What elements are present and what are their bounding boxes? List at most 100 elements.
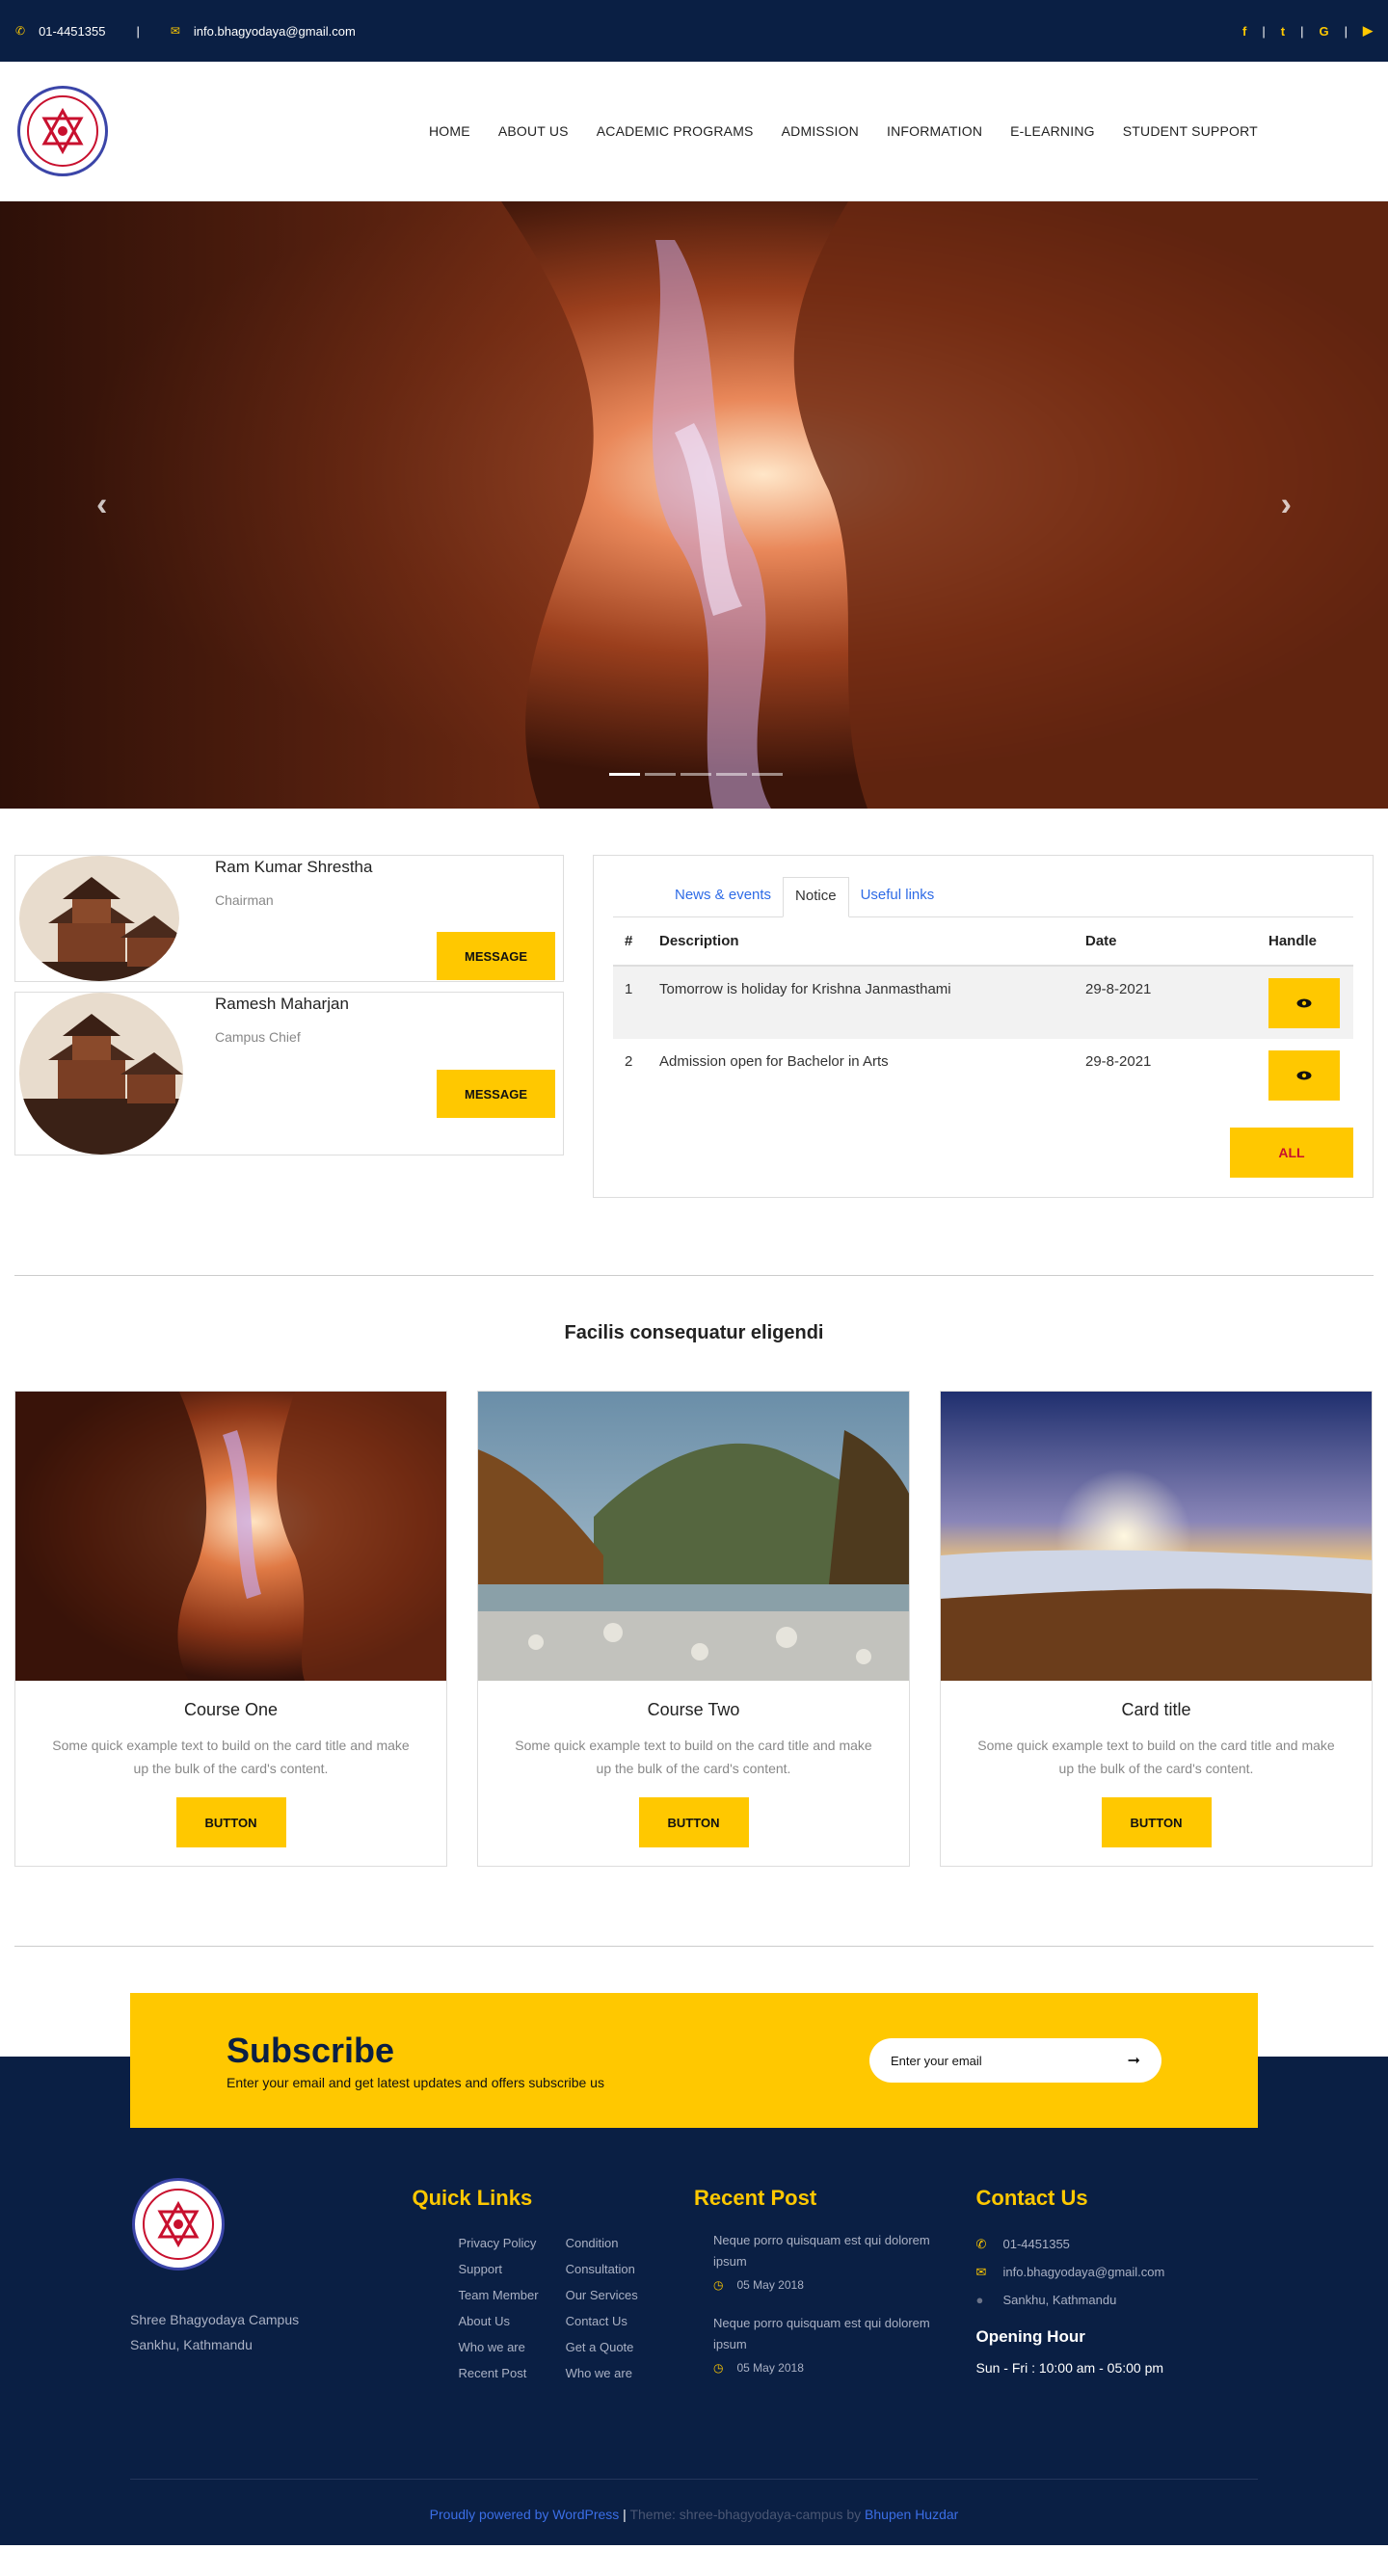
tab-news-events[interactable]: News & events bbox=[663, 877, 783, 916]
footer-address-line: Shree Bhagyodaya Campus bbox=[130, 2312, 300, 2327]
person-name: Ram Kumar Shrestha bbox=[215, 858, 373, 876]
nav-about-us[interactable]: ABOUT US bbox=[498, 123, 569, 139]
footer-link[interactable]: Condition bbox=[566, 2230, 638, 2256]
slider-next-icon[interactable]: › bbox=[1281, 487, 1292, 524]
slider-dot[interactable] bbox=[716, 773, 747, 776]
quick-links-title: Quick Links bbox=[412, 2186, 533, 2210]
course-text: Some quick example text to build on the … bbox=[977, 1738, 1335, 1776]
post-date: ◷ 05 May 2018 bbox=[713, 2278, 976, 2292]
view-button[interactable] bbox=[1268, 978, 1340, 1028]
footer-link[interactable]: Get a Quote bbox=[566, 2334, 638, 2360]
tab-useful-links[interactable]: Useful links bbox=[849, 877, 947, 916]
footer-columns: Shree Bhagyodaya Campus Sankhu, Kathmand… bbox=[0, 2128, 1388, 2396]
social-links: f | t | G | ▶ bbox=[1242, 23, 1373, 39]
course-card: Card title Some quick example text to bu… bbox=[940, 1391, 1373, 1867]
footer-link[interactable]: About Us bbox=[459, 2308, 539, 2334]
footer-quick-links: Quick Links Privacy Policy Support Team … bbox=[413, 2186, 695, 2396]
opening-hour-text: Sun - Fri : 10:00 am - 05:00 pm bbox=[975, 2360, 1164, 2376]
person-card: Ram Kumar Shrestha Chairman MESSAGE bbox=[14, 855, 564, 982]
twitter-icon[interactable]: t bbox=[1281, 24, 1285, 39]
row-description: Admission open for Bachelor in Arts bbox=[659, 1053, 889, 1070]
footer-link[interactable]: Recent Post bbox=[459, 2360, 539, 2386]
courses-grid: Course One Some quick example text to bu… bbox=[0, 1391, 1388, 1867]
email-input[interactable] bbox=[891, 2053, 1083, 2068]
footer-link[interactable]: Consultation bbox=[566, 2256, 638, 2282]
row-number: 2 bbox=[625, 1053, 633, 1070]
course-card: Course Two Some quick example text to bu… bbox=[477, 1391, 910, 1867]
footer-link[interactable]: Privacy Policy bbox=[459, 2230, 539, 2256]
nav-student-support[interactable]: STUDENT SUPPORT bbox=[1123, 123, 1258, 139]
footer-logo[interactable] bbox=[132, 2178, 225, 2271]
row-number: 1 bbox=[613, 966, 648, 1039]
nav-admission[interactable]: ADMISSION bbox=[782, 123, 859, 139]
facebook-icon[interactable]: f bbox=[1242, 24, 1246, 39]
footer-about: Shree Bhagyodaya Campus Sankhu, Kathmand… bbox=[130, 2178, 413, 2396]
recent-post: Neque porro quisquam est qui dolorem ips… bbox=[694, 2313, 976, 2375]
slider-dot[interactable] bbox=[645, 773, 676, 776]
opening-hour-title: Opening Hour bbox=[975, 2327, 1085, 2346]
star-emblem-icon bbox=[41, 107, 84, 155]
author-link[interactable]: Bhupen Huzdar bbox=[865, 2507, 958, 2522]
youtube-icon[interactable]: ▶ bbox=[1363, 23, 1373, 39]
theme-credit: Theme: shree-bhagyodaya-campus by bbox=[629, 2507, 866, 2522]
nav-information[interactable]: INFORMATION bbox=[887, 123, 982, 139]
leaders-and-notices: Ram Kumar Shrestha Chairman MESSAGE Rame… bbox=[0, 809, 1388, 1198]
powered-by-link[interactable]: Proudly powered by WordPress bbox=[430, 2507, 620, 2522]
arrow-right-icon[interactable]: ➞ bbox=[1128, 2051, 1140, 2070]
footer-link[interactable]: Who we are bbox=[566, 2360, 638, 2386]
person-role: Chairman bbox=[215, 892, 274, 908]
slider-prev-icon[interactable]: ‹ bbox=[96, 487, 107, 524]
notice-table: # Description Date Handle 1 Tomorrow is … bbox=[613, 917, 1353, 1112]
footer-link[interactable]: Our Services bbox=[566, 2282, 638, 2308]
all-notices-button[interactable]: ALL bbox=[1230, 1128, 1353, 1178]
recent-post: Neque porro quisquam est qui dolorem ips… bbox=[694, 2230, 976, 2292]
tab-notice[interactable]: Notice bbox=[783, 877, 849, 917]
footer-link[interactable]: Support bbox=[459, 2256, 539, 2282]
nav-e-learning[interactable]: E-LEARNING bbox=[1010, 123, 1095, 139]
slider-dot[interactable] bbox=[752, 773, 783, 776]
envelope-icon: ✉ bbox=[975, 2265, 987, 2279]
nav-academic-programs[interactable]: ACADEMIC PROGRAMS bbox=[597, 123, 754, 139]
view-button[interactable] bbox=[1268, 1050, 1340, 1101]
row-description: Tomorrow is holiday for Krishna Janmasth… bbox=[648, 966, 1074, 1039]
site-footer: Shree Bhagyodaya Campus Sankhu, Kathmand… bbox=[0, 2057, 1388, 2545]
footer-address: Shree Bhagyodaya Campus Sankhu, Kathmand… bbox=[130, 2307, 413, 2357]
clock-icon: ◷ bbox=[713, 2361, 724, 2375]
contact-email-text[interactable]: info.bhagyodaya@gmail.com bbox=[1003, 2258, 1165, 2286]
quick-links-list: Privacy Policy Support Team Member About… bbox=[413, 2230, 695, 2386]
social-separator: | bbox=[1262, 23, 1266, 39]
person-photo bbox=[19, 993, 183, 1155]
course-button[interactable]: BUTTON bbox=[175, 1797, 286, 1847]
star-emblem-icon bbox=[157, 2200, 200, 2248]
course-button[interactable]: BUTTON bbox=[1101, 1797, 1212, 1847]
footer-link[interactable]: Team Member bbox=[459, 2282, 539, 2308]
canyon-image bbox=[0, 201, 1388, 809]
post-title[interactable]: Neque porro quisquam est qui dolorem ips… bbox=[713, 2230, 964, 2272]
message-button[interactable]: MESSAGE bbox=[437, 1070, 555, 1118]
row-date: 29-8-2021 bbox=[1085, 1053, 1152, 1070]
contact-phone: ✆ 01-4451355 bbox=[976, 2230, 1259, 2258]
top-email[interactable]: info.bhagyodaya@gmail.com bbox=[194, 24, 356, 39]
nav-home[interactable]: HOME bbox=[429, 123, 470, 139]
contact-phone-text: 01-4451355 bbox=[1002, 2237, 1070, 2251]
google-icon[interactable]: G bbox=[1319, 24, 1328, 39]
footer-recent-posts: Recent Post Neque porro quisquam est qui… bbox=[694, 2186, 976, 2396]
message-button[interactable]: MESSAGE bbox=[437, 932, 555, 980]
person-role: Campus Chief bbox=[215, 1029, 301, 1045]
post-date-text: 05 May 2018 bbox=[736, 2361, 804, 2375]
slider-dot[interactable] bbox=[609, 773, 640, 776]
campus-logo[interactable] bbox=[17, 86, 108, 176]
slider-dot[interactable] bbox=[681, 773, 711, 776]
post-title[interactable]: Neque porro quisquam est qui dolorem ips… bbox=[713, 2313, 964, 2355]
subscribe-form: ➞ bbox=[869, 2038, 1161, 2083]
footer-link[interactable]: Who we are bbox=[459, 2334, 539, 2360]
logo-emblem bbox=[143, 2189, 214, 2260]
slider-indicators bbox=[609, 773, 783, 776]
course-button[interactable]: BUTTON bbox=[638, 1797, 749, 1847]
subscribe-subtitle: Enter your email and get latest updates … bbox=[227, 2075, 604, 2090]
footer-link[interactable]: Contact Us bbox=[566, 2308, 638, 2334]
course-title: Card title bbox=[1121, 1700, 1191, 1719]
top-bar: ✆ 01-4451355 | ✉ info.bhagyodaya@gmail.c… bbox=[0, 0, 1388, 62]
hero-slider: ‹ › bbox=[0, 201, 1388, 809]
contact-email: ✉ info.bhagyodaya@gmail.com bbox=[976, 2258, 1259, 2286]
